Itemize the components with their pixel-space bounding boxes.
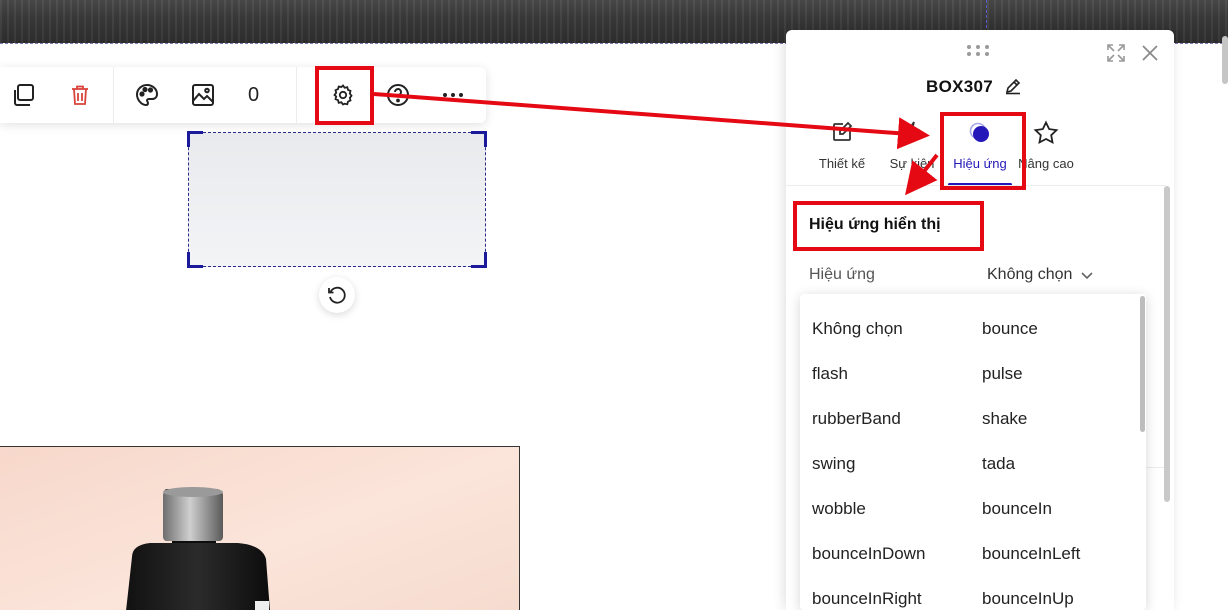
layer-count: 0 xyxy=(248,84,260,106)
resize-handle-bottom-right[interactable] xyxy=(471,252,487,268)
effect-select-value: Không chọn xyxy=(987,266,1073,283)
rename-pencil-icon[interactable] xyxy=(1004,77,1022,95)
tab-label: Thiết kế xyxy=(818,156,866,171)
settings-gear-icon xyxy=(333,84,353,106)
duplicate-button[interactable] xyxy=(10,81,38,109)
help-button[interactable] xyxy=(384,81,412,109)
more-button[interactable] xyxy=(439,81,467,109)
panel-scrollbar[interactable] xyxy=(1164,186,1170,502)
star-icon xyxy=(1033,120,1059,145)
delete-button[interactable] xyxy=(66,81,94,109)
effect-select[interactable]: Không chọn xyxy=(987,266,1094,284)
effect-option[interactable]: rubberBand xyxy=(812,409,901,429)
effect-options-dropdown: Không chọn bounce flash pulse rubberBand… xyxy=(800,294,1146,610)
effect-option[interactable]: bounce xyxy=(982,319,1038,339)
expand-icon[interactable] xyxy=(1106,43,1126,63)
copy-icon xyxy=(14,84,34,106)
help-icon xyxy=(387,84,409,106)
effect-option[interactable]: shake xyxy=(982,409,1027,429)
resize-handle-top-left[interactable] xyxy=(187,131,203,147)
resize-handle-bottom-left[interactable] xyxy=(187,252,203,268)
effect-option[interactable]: bounceInLeft xyxy=(982,544,1080,564)
effect-option[interactable]: Không chọn xyxy=(812,319,903,339)
tab-divider xyxy=(786,185,1166,186)
dropdown-scrollbar[interactable] xyxy=(1140,296,1145,432)
element-toolbar: 0 xyxy=(0,67,486,123)
effect-option[interactable]: bounceIn xyxy=(982,499,1052,519)
effect-option[interactable]: tada xyxy=(982,454,1015,474)
tab-advanced[interactable]: Nâng cao xyxy=(1014,114,1078,184)
effect-option[interactable]: flash xyxy=(812,364,848,384)
style-button[interactable] xyxy=(133,81,161,109)
effect-option[interactable]: wobble xyxy=(812,499,866,519)
image-button[interactable] xyxy=(189,81,217,109)
element-name: BOX307 xyxy=(926,77,994,96)
toolbar-separator xyxy=(296,67,297,123)
rotate-icon xyxy=(328,286,346,304)
lightning-icon xyxy=(904,121,920,143)
effect-option[interactable]: bounceInRight xyxy=(812,589,922,609)
tab-label: Sự kiện xyxy=(889,156,935,171)
page-scrollbar[interactable] xyxy=(1222,36,1228,84)
effect-option[interactable]: pulse xyxy=(982,364,1023,384)
tab-design[interactable]: Thiết kế xyxy=(810,114,874,184)
toolbar-separator xyxy=(113,67,114,123)
effect-option[interactable]: swing xyxy=(812,454,855,474)
effect-field-label: Hiệu ứng xyxy=(809,266,875,283)
more-horizontal-icon xyxy=(443,93,463,97)
section-title: Hiệu ứng hiển thị xyxy=(809,216,941,233)
panel-divider xyxy=(1144,467,1164,468)
perfume-bottle-image xyxy=(126,487,270,610)
edit-square-icon xyxy=(833,121,853,141)
resize-handle-top-right[interactable] xyxy=(471,131,487,147)
effect-option[interactable]: bounceInDown xyxy=(812,544,925,564)
tab-label: Nâng cao xyxy=(1018,156,1074,171)
effect-circle-icon xyxy=(969,122,989,142)
product-image[interactable] xyxy=(0,446,520,610)
settings-button[interactable] xyxy=(329,81,357,109)
tab-label: Hiệu ứng xyxy=(953,156,1007,171)
image-icon xyxy=(192,84,214,106)
trash-icon xyxy=(72,85,88,105)
rotate-handle[interactable] xyxy=(319,277,355,313)
selected-box-element[interactable] xyxy=(187,131,487,268)
element-title: BOX307 xyxy=(926,77,993,97)
palette-icon xyxy=(135,83,159,107)
close-icon[interactable] xyxy=(1141,44,1159,62)
chevron-down-icon xyxy=(1081,272,1093,280)
tab-events[interactable]: Sự kiện xyxy=(880,114,944,184)
drag-handle-icon[interactable] xyxy=(966,44,990,56)
effect-option[interactable]: bounceInUp xyxy=(982,589,1074,609)
tab-effects[interactable]: Hiệu ứng xyxy=(948,114,1012,184)
